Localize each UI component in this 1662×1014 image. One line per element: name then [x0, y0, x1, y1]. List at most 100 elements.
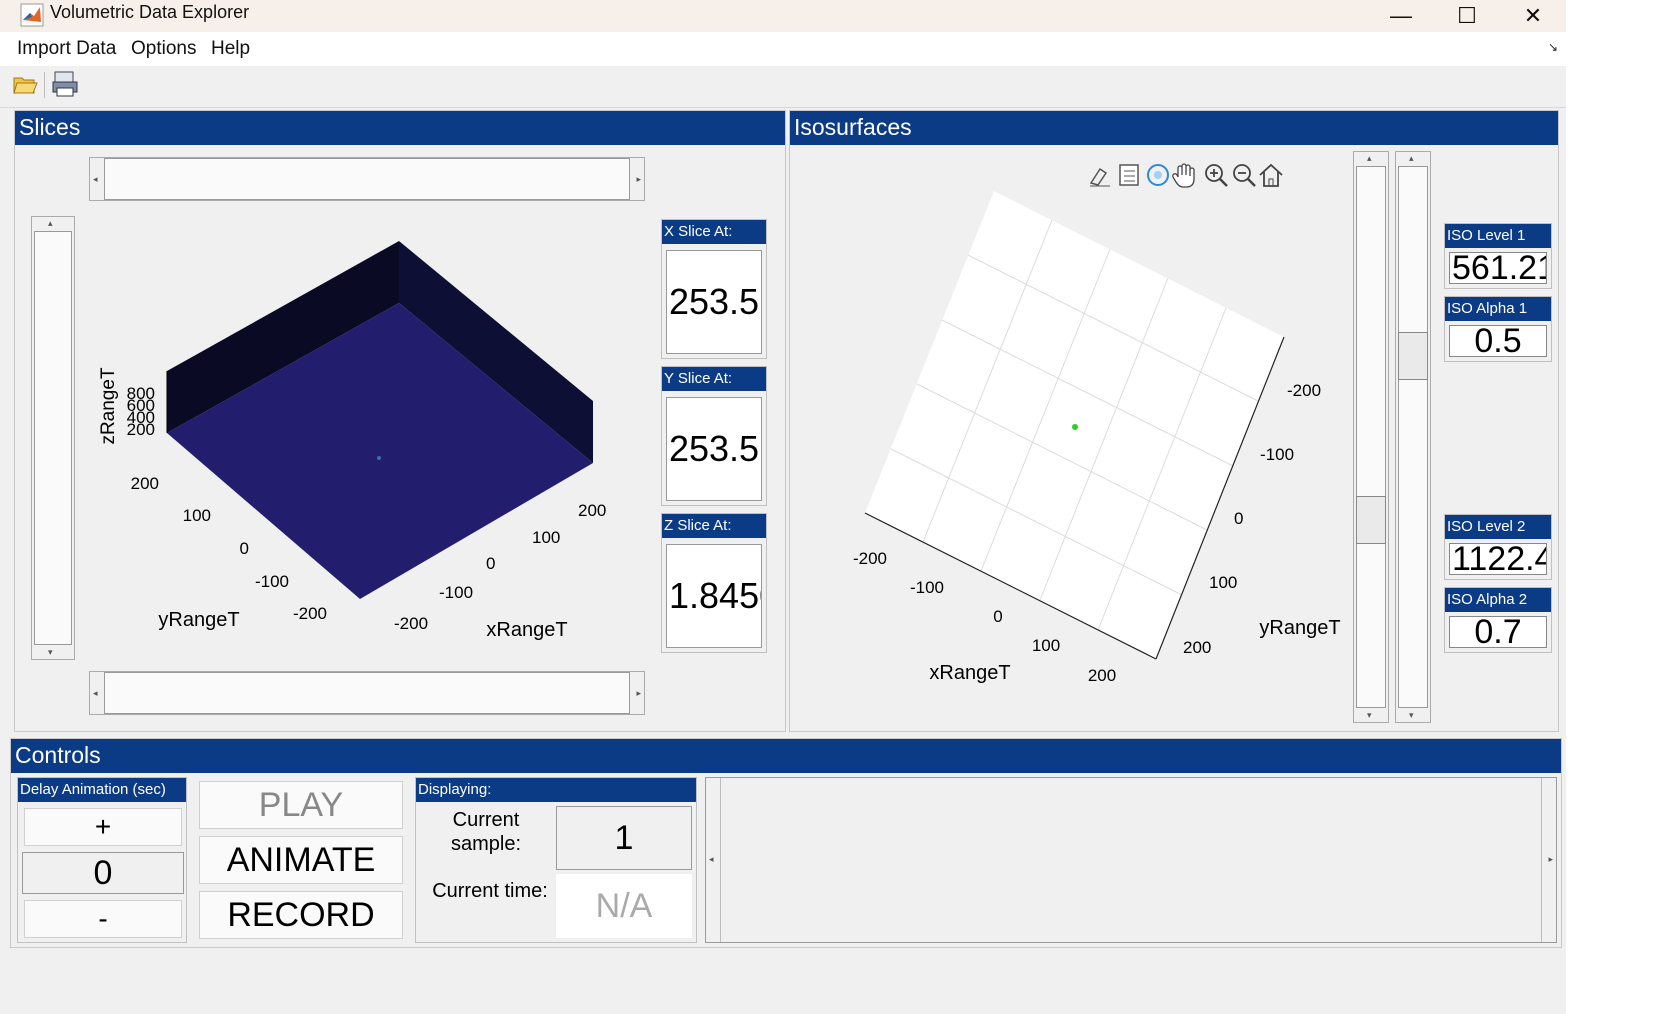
edit-plot-icon[interactable]	[1089, 167, 1110, 187]
minimize-button[interactable]: —	[1366, 0, 1436, 32]
delay-increase-button[interactable]: +	[24, 808, 182, 846]
iso-alpha1-value[interactable]: 0.5	[1449, 325, 1547, 357]
rotate-3d-icon[interactable]	[1147, 164, 1169, 186]
current-sample-label: Current sample:	[450, 809, 522, 855]
data-point	[377, 456, 381, 460]
iso-alpha1-box: ISO Alpha 1 0.5	[1444, 296, 1552, 362]
scroll-left-arrow-icon[interactable]: ◂	[709, 854, 714, 865]
iso-level1-slider[interactable]: ▴ ▾	[1353, 151, 1389, 723]
y-slice-value[interactable]: 253.5	[666, 397, 762, 501]
zoom-out-icon[interactable]	[1233, 164, 1256, 187]
slices-3d-plot[interactable]: 200 100 0 -100 -200 -200 -100 0 100 200 …	[79, 211, 659, 671]
slices-left-slider[interactable]: ▴ ▾	[31, 216, 75, 660]
x-slice-value[interactable]: 253.5	[666, 250, 762, 354]
menu-options[interactable]: Options	[131, 38, 196, 60]
z-axis-title: zRangeT	[98, 367, 119, 444]
iso-level1-value[interactable]: 561.21	[1449, 252, 1547, 284]
slider-thumb[interactable]	[1356, 496, 1386, 544]
current-time-label: Current time:	[432, 880, 548, 902]
slices-panel-title: Slices	[15, 111, 785, 145]
x-tick: 0	[993, 607, 1002, 626]
maximize-button[interactable]: ☐	[1432, 0, 1502, 32]
x-tick: -100	[910, 578, 944, 597]
z-slice-label: Z Slice At:	[662, 514, 766, 538]
animate-button[interactable]: ANIMATE	[199, 836, 403, 884]
legend-icon[interactable]	[1119, 164, 1139, 186]
menu-help[interactable]: Help	[211, 38, 250, 60]
pan-icon[interactable]	[1172, 163, 1195, 188]
slices-bottom-slider[interactable]: ◂ ▸	[89, 671, 645, 715]
play-button[interactable]: PLAY	[199, 781, 403, 829]
y-slice-label: Y Slice At:	[662, 367, 766, 391]
iso-level2-value[interactable]: 1122.4	[1449, 543, 1547, 575]
z-slice-value[interactable]: 1.8450	[666, 544, 762, 648]
slider-right-arrow-icon[interactable]: ▸	[636, 688, 641, 699]
x-tick: -200	[853, 549, 887, 568]
y-tick: 0	[240, 539, 249, 558]
axes-toolbar	[1089, 163, 1283, 188]
delay-animation-label: Delay Animation (sec)	[18, 778, 186, 802]
zoom-in-icon[interactable]	[1205, 164, 1228, 187]
iso-alpha2-value[interactable]: 0.7	[1449, 616, 1547, 648]
x-slice-label: X Slice At:	[662, 220, 766, 244]
slider-track[interactable]	[1398, 166, 1428, 708]
slider-left-arrow-icon[interactable]: ◂	[93, 174, 98, 185]
y-tick: 0	[1234, 509, 1243, 528]
slider-thumb[interactable]	[1398, 332, 1428, 380]
x-axis-title: xRangeT	[486, 619, 567, 641]
toolbar	[0, 66, 1662, 108]
matlab-logo-icon	[20, 3, 44, 27]
x-tick: 200	[1088, 666, 1116, 685]
y-tick: -100	[1260, 445, 1294, 464]
iso-level2-slider[interactable]: ▴ ▾	[1395, 151, 1431, 723]
y-tick: 100	[183, 506, 211, 525]
toolbar-divider	[44, 72, 45, 98]
x-axis-title: xRangeT	[929, 662, 1010, 684]
slider-up-arrow-icon[interactable]: ▴	[1409, 153, 1414, 164]
iso-alpha2-box: ISO Alpha 2 0.7	[1444, 587, 1552, 653]
slider-down-arrow-icon[interactable]: ▾	[1409, 710, 1414, 721]
slider-track[interactable]	[104, 672, 630, 714]
slider-left-arrow-icon[interactable]: ◂	[93, 688, 98, 699]
window-title: Volumetric Data Explorer	[50, 2, 250, 22]
scroll-track[interactable]	[720, 778, 1542, 942]
open-folder-icon[interactable]	[12, 71, 38, 97]
slices-top-slider[interactable]: ◂ ▸	[89, 157, 645, 201]
slices-panel: Slices ◂ ▸ ▴ ▾ ◂ ▸ 200 100 0 -100 -200 -…	[14, 110, 786, 732]
slider-track[interactable]	[34, 231, 72, 645]
isosurfaces-3d-plot[interactable]: -200 -100 0 100 200 -200 -100 0 100 200 …	[840, 187, 1350, 727]
menu-import-data[interactable]: Import Data	[17, 38, 116, 60]
scroll-right-arrow-icon[interactable]: ▸	[1548, 854, 1553, 865]
menu-dock-icon[interactable]: ↘	[1548, 40, 1558, 54]
delay-value-field[interactable]: 0	[22, 852, 184, 894]
current-sample-value: 1	[556, 806, 692, 870]
slider-down-arrow-icon[interactable]: ▾	[48, 647, 53, 658]
controls-panel: Controls Delay Animation (sec) + 0 - PLA…	[10, 738, 1562, 948]
close-button[interactable]: ✕	[1498, 0, 1568, 32]
isosurfaces-panel: Isosurfaces -200 -100 0 100 200 -200 -10…	[789, 110, 1559, 732]
slider-up-arrow-icon[interactable]: ▴	[1367, 153, 1372, 164]
delay-decrease-button[interactable]: -	[24, 900, 182, 938]
print-icon[interactable]	[52, 70, 78, 98]
slider-track[interactable]	[1356, 166, 1386, 708]
controls-scroll-area[interactable]: ◂ ▸	[705, 777, 1557, 943]
x-tick: 200	[578, 501, 606, 520]
record-button[interactable]: RECORD	[199, 891, 403, 939]
iso-level2-label: ISO Level 2	[1445, 515, 1551, 539]
slider-down-arrow-icon[interactable]: ▾	[1367, 710, 1372, 721]
x-tick: -100	[439, 583, 473, 602]
y-tick: 100	[1209, 573, 1237, 592]
slider-track[interactable]	[104, 158, 630, 200]
y-tick: 200	[1183, 638, 1211, 657]
menu-bar: Import Data Options Help ↘	[0, 32, 1662, 66]
iso-level1-box: ISO Level 1 561.21	[1444, 223, 1552, 289]
isosurfaces-panel-title: Isosurfaces	[790, 111, 1558, 145]
slider-right-arrow-icon[interactable]: ▸	[636, 174, 641, 185]
isosurface-point	[1072, 424, 1078, 430]
y-tick: 200	[131, 474, 159, 493]
x-slice-box: X Slice At: 253.5	[661, 219, 767, 359]
home-icon[interactable]	[1259, 163, 1283, 187]
slider-up-arrow-icon[interactable]: ▴	[48, 218, 53, 229]
y-slice-box: Y Slice At: 253.5	[661, 366, 767, 506]
delay-animation-group: Delay Animation (sec) + 0 -	[17, 777, 187, 943]
